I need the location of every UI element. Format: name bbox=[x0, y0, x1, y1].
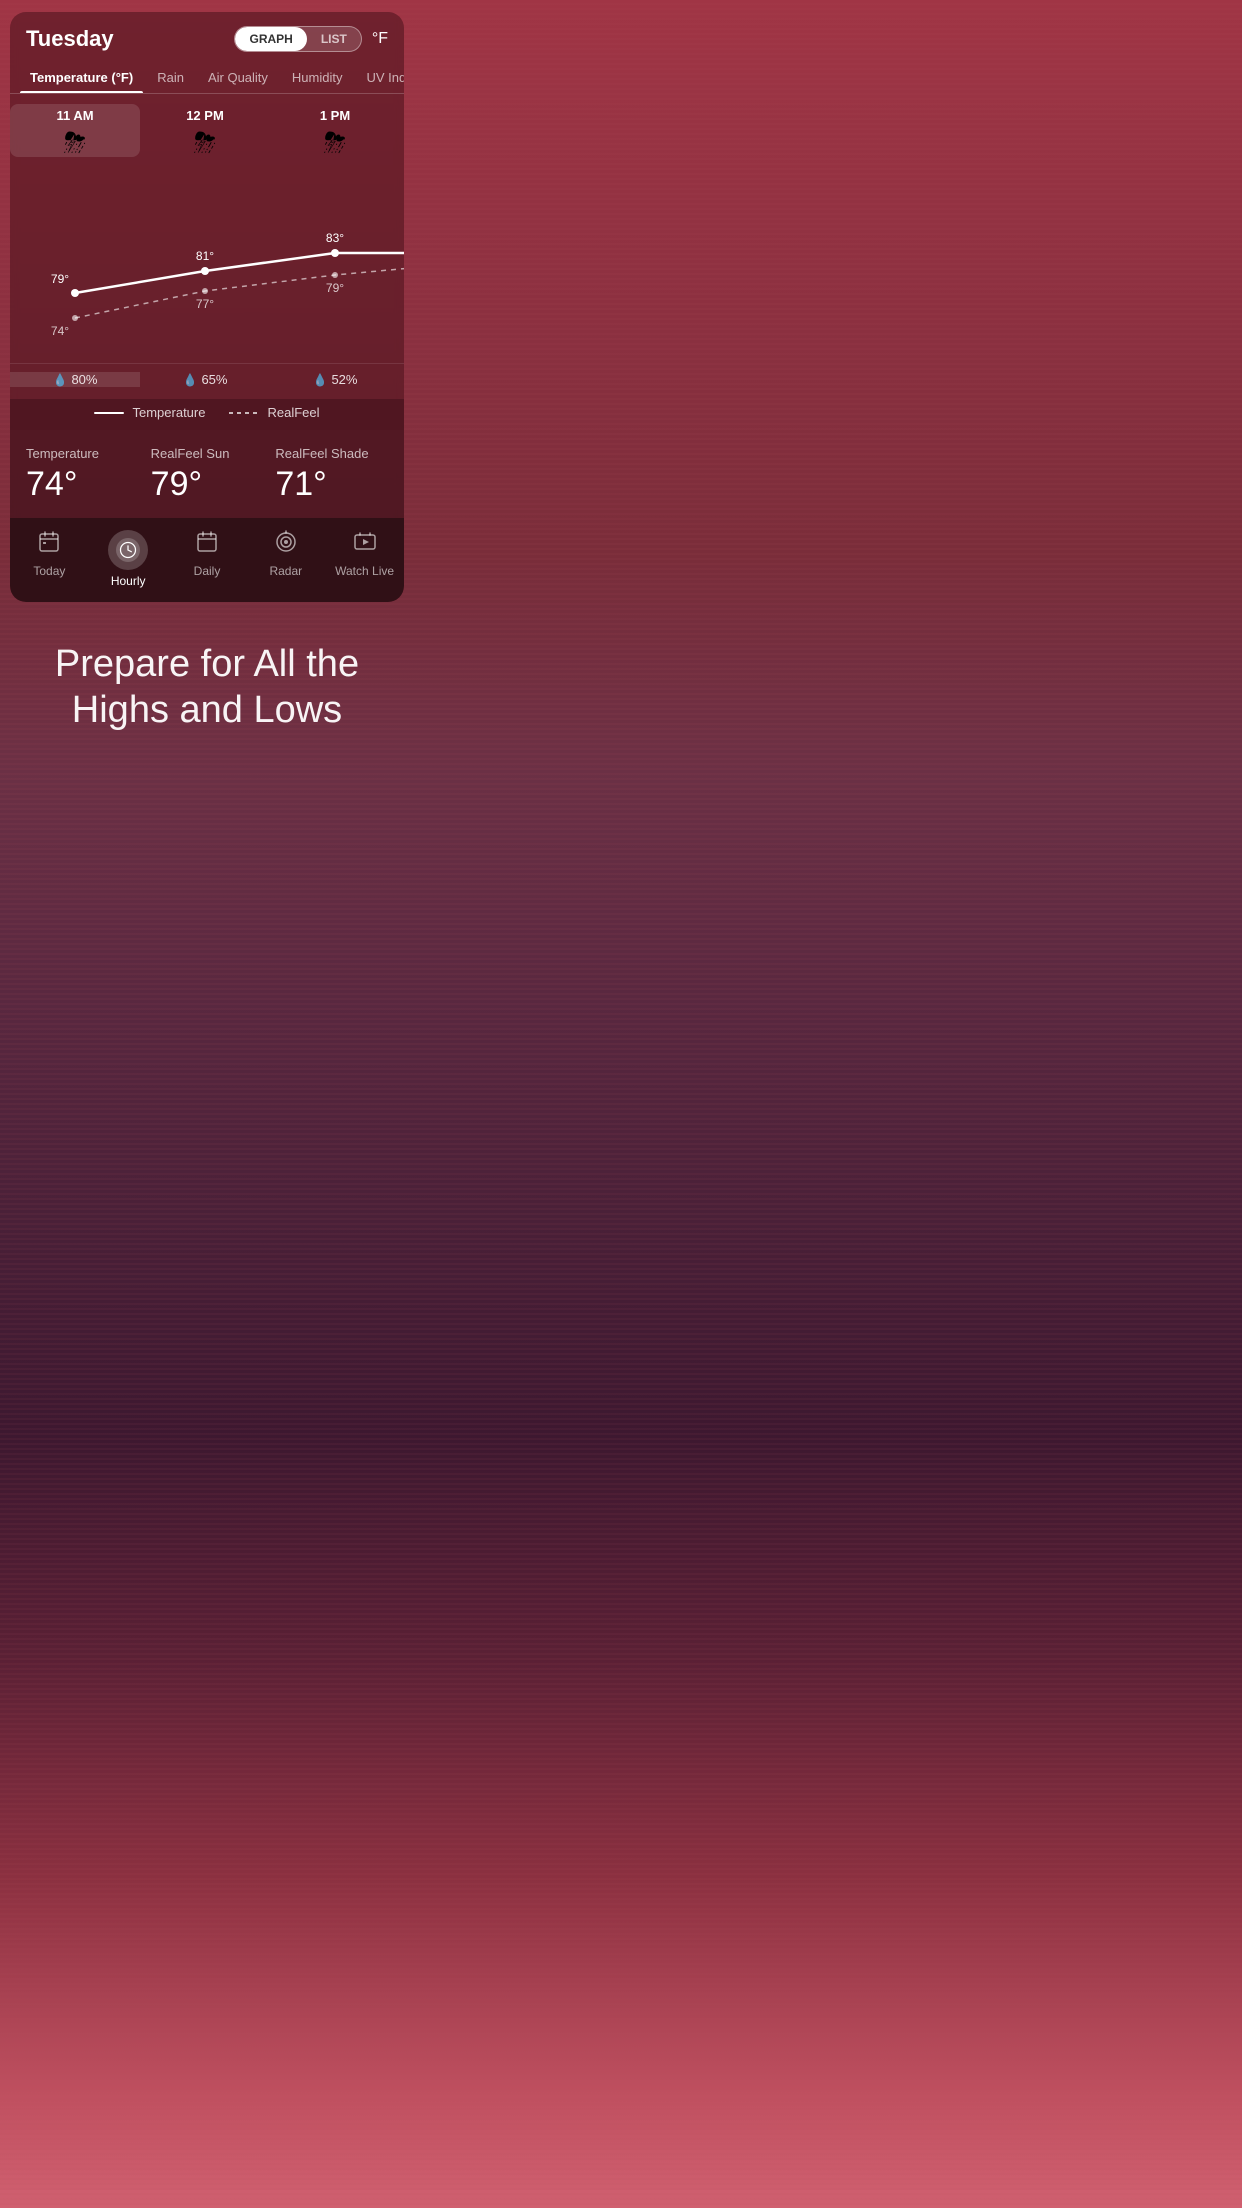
summary-realfeel-sun: RealFeel Sun 79° bbox=[151, 446, 264, 504]
legend-temperature: Temperature bbox=[94, 405, 205, 420]
weather-icon-1: ⛈ bbox=[194, 129, 216, 157]
weather-card: Tuesday GRAPH LIST °F Temperature (°F) R… bbox=[10, 12, 404, 602]
tagline: Prepare for All the Highs and Lows bbox=[0, 602, 414, 763]
chart-scroll: 11 AM ⛈ 12 PM ⛈ 1 PM ⛈ 2 PM ⛈ bbox=[10, 94, 404, 399]
hour-col-3[interactable]: 2 PM ⛈ bbox=[400, 104, 404, 157]
tab-air-quality[interactable]: Air Quality bbox=[198, 62, 278, 93]
summary-shade-label: RealFeel Shade bbox=[275, 446, 388, 461]
weather-icon-0: ⛈ bbox=[64, 129, 86, 157]
precip-row: 💧 80% 💧 65% 💧 52% 💧 50% bbox=[10, 363, 404, 399]
hour-label-1: 12 PM bbox=[186, 108, 224, 123]
radar-icon bbox=[274, 530, 298, 560]
hour-label-2: 1 PM bbox=[320, 108, 350, 123]
precip-col-0: 💧 80% bbox=[10, 372, 140, 387]
tabs-row: Temperature (°F) Rain Air Quality Humidi… bbox=[10, 62, 404, 94]
summary-realfeel-shade: RealFeel Shade 71° bbox=[275, 446, 388, 504]
header-controls: GRAPH LIST °F bbox=[234, 26, 388, 52]
hour-col-0[interactable]: 11 AM ⛈ bbox=[10, 104, 140, 157]
precip-col-3: 💧 50% bbox=[400, 372, 404, 387]
summary-sun-label: RealFeel Sun bbox=[151, 446, 264, 461]
legend-temp-line bbox=[94, 412, 124, 414]
nav-radar-label: Radar bbox=[269, 564, 302, 578]
temp-graph: 79° 81° 83° 83° 84° 85° 74° 77° 79° 81° … bbox=[10, 163, 404, 363]
legend-realfeel: RealFeel bbox=[229, 405, 319, 420]
summary-temp-value: 74° bbox=[26, 465, 139, 504]
nav-today[interactable]: Today bbox=[10, 526, 89, 592]
tab-rain[interactable]: Rain bbox=[147, 62, 194, 93]
summary-row: Temperature 74° RealFeel Sun 79° RealFee… bbox=[10, 430, 404, 518]
hour-col-1[interactable]: 12 PM ⛈ bbox=[140, 104, 270, 157]
drop-icon-2: 💧 bbox=[313, 373, 328, 387]
nav-hourly-label: Hourly bbox=[111, 574, 146, 588]
watch-live-icon bbox=[353, 530, 377, 560]
nav-radar[interactable]: Radar bbox=[246, 526, 325, 592]
tab-temperature[interactable]: Temperature (°F) bbox=[20, 62, 143, 93]
nav-hourly[interactable]: Hourly bbox=[89, 526, 168, 592]
drop-icon-0: 💧 bbox=[53, 373, 68, 387]
svg-text:77°: 77° bbox=[196, 297, 214, 311]
precip-col-1: 💧 65% bbox=[140, 372, 270, 387]
day-title: Tuesday bbox=[26, 26, 114, 52]
weather-icon-2: ⛈ bbox=[324, 129, 346, 157]
nav-daily[interactable]: Daily bbox=[168, 526, 247, 592]
list-toggle-btn[interactable]: LIST bbox=[307, 27, 361, 51]
hours-row: 11 AM ⛈ 12 PM ⛈ 1 PM ⛈ 2 PM ⛈ bbox=[10, 94, 404, 163]
nav-watch-live-label: Watch Live bbox=[335, 564, 394, 578]
svg-text:83°: 83° bbox=[326, 231, 344, 245]
svg-text:79°: 79° bbox=[51, 272, 69, 286]
tab-humidity[interactable]: Humidity bbox=[282, 62, 353, 93]
drop-icon-1: 💧 bbox=[183, 373, 198, 387]
precip-value-1: 65% bbox=[201, 372, 227, 387]
legend-realfeel-label: RealFeel bbox=[267, 405, 319, 420]
graph-toggle-btn[interactable]: GRAPH bbox=[235, 27, 306, 51]
legend-realfeel-line bbox=[229, 412, 259, 414]
card-header: Tuesday GRAPH LIST °F bbox=[10, 12, 404, 62]
bottom-nav: Today Hourly bbox=[10, 518, 404, 602]
nav-watch-live[interactable]: Watch Live bbox=[325, 526, 404, 592]
hourly-icon bbox=[108, 530, 148, 570]
summary-shade-value: 71° bbox=[275, 465, 388, 504]
summary-sun-value: 79° bbox=[151, 465, 264, 504]
hour-col-2[interactable]: 1 PM ⛈ bbox=[270, 104, 400, 157]
nav-daily-label: Daily bbox=[194, 564, 221, 578]
svg-text:79°: 79° bbox=[326, 281, 344, 295]
svg-text:81°: 81° bbox=[196, 249, 214, 263]
precip-col-2: 💧 52% bbox=[270, 372, 400, 387]
summary-temp-label: Temperature bbox=[26, 446, 139, 461]
nav-today-label: Today bbox=[33, 564, 65, 578]
svg-text:74°: 74° bbox=[51, 324, 69, 338]
chart-area: 11 AM ⛈ 12 PM ⛈ 1 PM ⛈ 2 PM ⛈ bbox=[10, 94, 404, 399]
legend-row: Temperature RealFeel bbox=[10, 399, 404, 430]
unit-label: °F bbox=[372, 30, 388, 48]
tab-uv-index[interactable]: UV Index bbox=[357, 62, 405, 93]
hour-label-0: 11 AM bbox=[56, 108, 93, 123]
summary-temperature: Temperature 74° bbox=[26, 446, 139, 504]
today-icon bbox=[37, 530, 61, 560]
temp-graph-svg: 79° 81° 83° 83° 84° 85° 74° 77° 79° 81° … bbox=[10, 163, 404, 363]
precip-value-0: 80% bbox=[71, 372, 97, 387]
legend-temp-label: Temperature bbox=[132, 405, 205, 420]
precip-value-2: 52% bbox=[331, 372, 357, 387]
daily-icon bbox=[195, 530, 219, 560]
view-toggle[interactable]: GRAPH LIST bbox=[234, 26, 361, 52]
